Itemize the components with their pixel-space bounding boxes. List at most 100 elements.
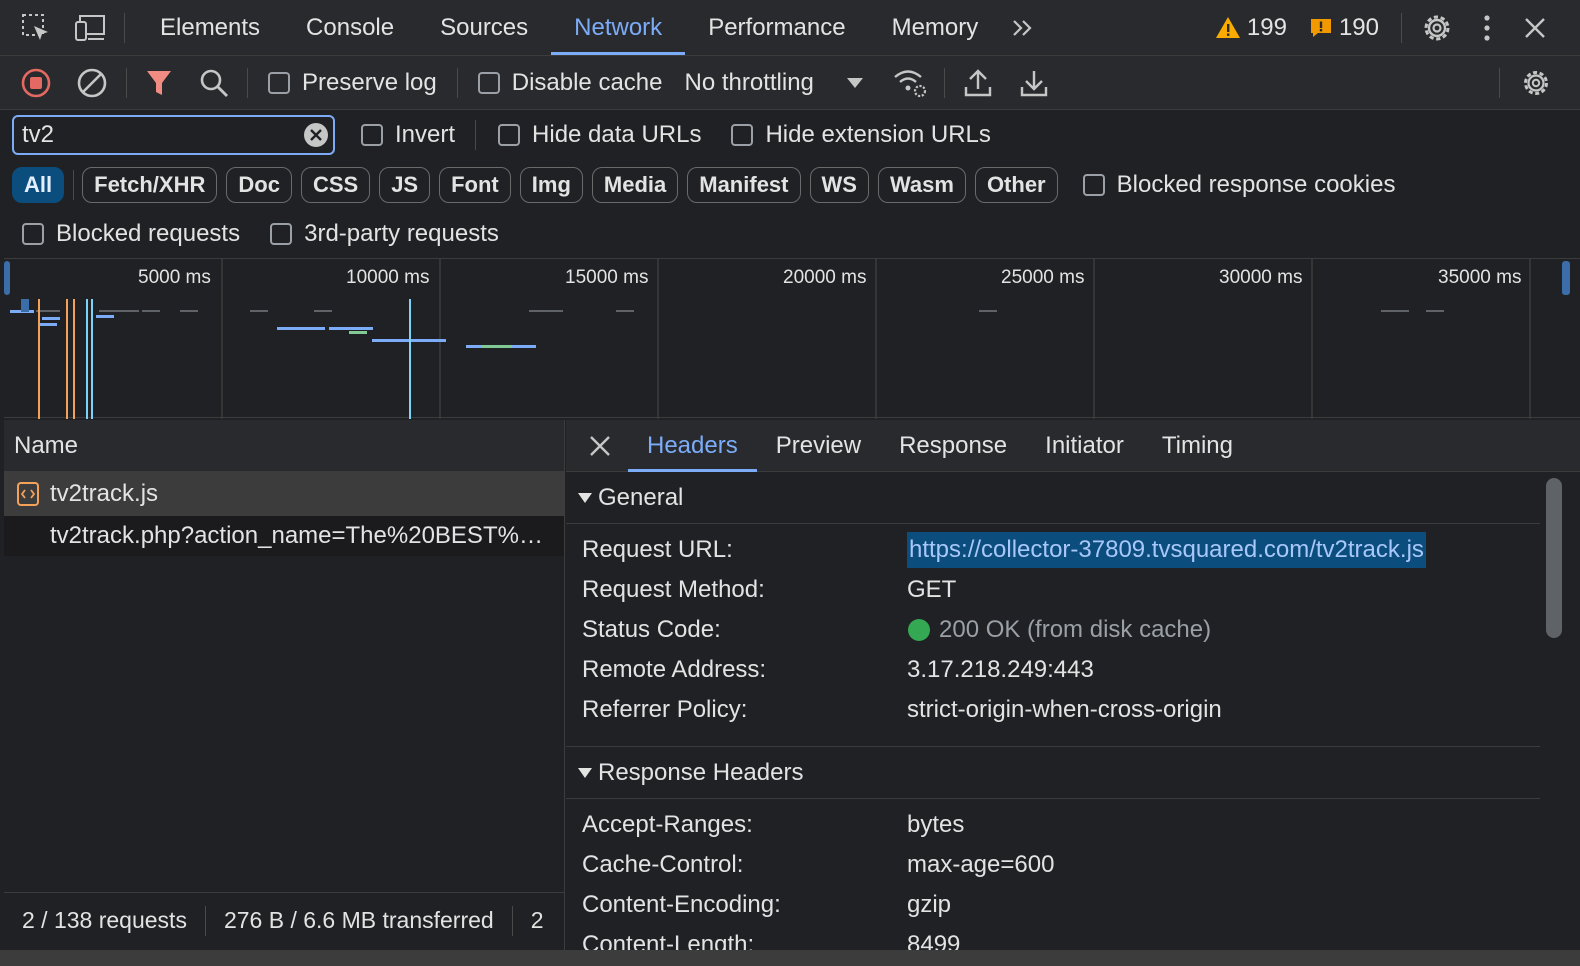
third-party-requests-box[interactable] (270, 223, 293, 245)
header-value[interactable]: GET (907, 576, 956, 604)
network-settings-gear-icon[interactable] (1520, 67, 1552, 99)
header-key: Status Code: (582, 616, 721, 643)
header-row-status-code: Status Code: 200 OK (from disk cache) (566, 610, 1540, 650)
invert-box[interactable] (361, 124, 383, 146)
status-ok-dot-icon (907, 618, 931, 642)
request-url-value[interactable]: https://collector-37809.tvsquared.com/tv… (907, 532, 1426, 568)
header-row-content-encoding: Content-Encoding: gzip (566, 885, 1540, 925)
kebab-menu-icon[interactable] (1482, 13, 1492, 43)
blocked-requests-checkbox[interactable]: Blocked requests (22, 220, 240, 248)
record-stop-icon[interactable] (20, 67, 52, 99)
filter-input[interactable]: tv2 (22, 121, 303, 149)
hide-extension-urls-label: Hide extension URLs (765, 121, 991, 148)
timeline-tick-25000: 25000 ms (1001, 267, 1085, 288)
more-tabs-icon[interactable] (1009, 14, 1037, 42)
request-row[interactable]: tv2track.php?action_name=The%20BEST%… (4, 516, 564, 556)
blocked-response-cookies-box[interactable] (1082, 174, 1105, 196)
type-filter-media[interactable]: Media (591, 167, 679, 203)
close-devtools-icon[interactable] (1522, 15, 1548, 41)
request-name: tv2track.js (50, 480, 159, 507)
invert-checkbox[interactable]: Invert (361, 121, 455, 149)
tab-network[interactable]: Network (551, 1, 686, 55)
preserve-log-checkbox[interactable]: Preserve log (268, 69, 437, 97)
triangle-down-icon (576, 766, 594, 780)
clear-filter-icon[interactable] (303, 122, 329, 148)
details-tab-headers[interactable]: Headers (628, 420, 757, 472)
inspect-element-icon[interactable] (20, 12, 52, 44)
type-filter-img[interactable]: Img (519, 167, 583, 203)
header-row-referrer-policy: Referrer Policy: strict-origin-when-cros… (566, 690, 1540, 730)
request-details-panel: Headers Preview Response Initiator Timin… (566, 420, 1580, 966)
header-row-cache-control: Cache-Control: max-age=600 (566, 845, 1540, 885)
network-conditions-icon[interactable] (892, 67, 928, 99)
details-tab-initiator[interactable]: Initiator (1026, 420, 1143, 472)
tab-sources[interactable]: Sources (417, 1, 551, 55)
disable-cache-label: Disable cache (511, 68, 663, 96)
throttling-value: No throttling (684, 68, 814, 96)
general-section-header[interactable]: General (566, 472, 1540, 524)
preserve-log-box[interactable] (268, 71, 290, 94)
timeline-tick-5000: 5000 ms (138, 267, 211, 288)
details-scrollbar[interactable] (1546, 478, 1562, 638)
filter-input-wrapper[interactable]: tv2 (12, 115, 335, 155)
type-filter-doc[interactable]: Doc (226, 167, 292, 203)
disable-cache-checkbox[interactable]: Disable cache (477, 68, 663, 97)
type-filter-ws[interactable]: WS (809, 167, 869, 203)
search-icon[interactable] (199, 68, 229, 98)
request-row[interactable]: tv2track.js (4, 472, 564, 516)
header-value[interactable]: strict-origin-when-cross-origin (907, 696, 1222, 724)
response-headers-section: Accept-Ranges: bytes Cache-Control: max-… (566, 799, 1540, 965)
tab-console[interactable]: Console (283, 1, 417, 55)
third-party-requests-checkbox[interactable]: 3rd-party requests (270, 220, 499, 248)
header-value[interactable]: 3.17.218.249:443 (907, 656, 1094, 684)
request-count: 2 / 138 requests (22, 907, 187, 933)
filter-icon[interactable] (145, 68, 173, 98)
name-column-header[interactable]: Name (4, 420, 564, 472)
settings-gear-icon[interactable] (1420, 11, 1454, 45)
details-tab-preview[interactable]: Preview (757, 420, 880, 472)
type-filter-wasm[interactable]: Wasm (877, 167, 966, 203)
type-filter-other[interactable]: Other (974, 167, 1058, 203)
type-filter-fetch-xhr[interactable]: Fetch/XHR (82, 167, 218, 203)
details-tab-timing[interactable]: Timing (1143, 420, 1252, 472)
request-filters-row: Blocked requests 3rd-party requests (0, 212, 1580, 256)
transferred-size: 276 B / 6.6 MB transferred (223, 907, 494, 933)
hide-extension-urls-box[interactable] (731, 124, 754, 146)
error-count[interactable]: 190 (1339, 14, 1379, 42)
type-filter-font[interactable]: Font (439, 167, 511, 203)
response-headers-section-header[interactable]: Response Headers (566, 747, 1540, 799)
tab-elements[interactable]: Elements (137, 1, 283, 55)
header-value[interactable]: gzip (907, 891, 951, 919)
timeline-tick-30000: 30000 ms (1219, 267, 1303, 288)
type-filter-manifest[interactable]: Manifest (687, 167, 801, 203)
disable-cache-box[interactable] (477, 71, 500, 94)
warning-count[interactable]: 199 (1247, 14, 1287, 42)
status-code-value[interactable]: 200 OK (from disk cache) (939, 616, 1211, 644)
details-tab-response[interactable]: Response (880, 420, 1026, 472)
clear-icon[interactable] (76, 67, 108, 99)
type-filter-css[interactable]: CSS (300, 167, 371, 203)
header-row-accept-ranges: Accept-Ranges: bytes (566, 805, 1540, 845)
header-row-request-url: Request URL: https://collector-37809.tvs… (566, 530, 1540, 570)
timeline-overview[interactable]: 5000 ms 10000 ms 15000 ms 20000 ms 25000… (4, 258, 1580, 419)
import-har-icon[interactable] (963, 67, 993, 99)
blocked-response-cookies-label: Blocked response cookies (1116, 171, 1396, 198)
device-toolbar-icon[interactable] (74, 12, 108, 44)
header-value[interactable]: bytes (907, 811, 964, 839)
tab-memory[interactable]: Memory (869, 1, 1002, 55)
close-details-icon[interactable] (588, 434, 612, 458)
hide-data-urls-checkbox[interactable]: Hide data URLs (498, 121, 701, 149)
throttling-select[interactable]: No throttling (684, 69, 863, 97)
filter-row: tv2 Invert Hide data URLs Hide extension… (0, 110, 1580, 160)
blocked-response-cookies-checkbox[interactable]: Blocked response cookies (1082, 171, 1396, 199)
header-value[interactable]: max-age=600 (907, 851, 1054, 879)
type-filter-js[interactable]: JS (379, 167, 431, 203)
export-har-icon[interactable] (1019, 67, 1049, 99)
warning-icon[interactable] (1215, 15, 1241, 41)
blocked-requests-box[interactable] (22, 223, 44, 245)
hide-data-urls-box[interactable] (498, 124, 521, 146)
type-filter-all[interactable]: All (12, 167, 65, 203)
error-icon[interactable] (1309, 16, 1333, 40)
hide-extension-urls-checkbox[interactable]: Hide extension URLs (731, 121, 991, 149)
tab-performance[interactable]: Performance (685, 1, 868, 55)
